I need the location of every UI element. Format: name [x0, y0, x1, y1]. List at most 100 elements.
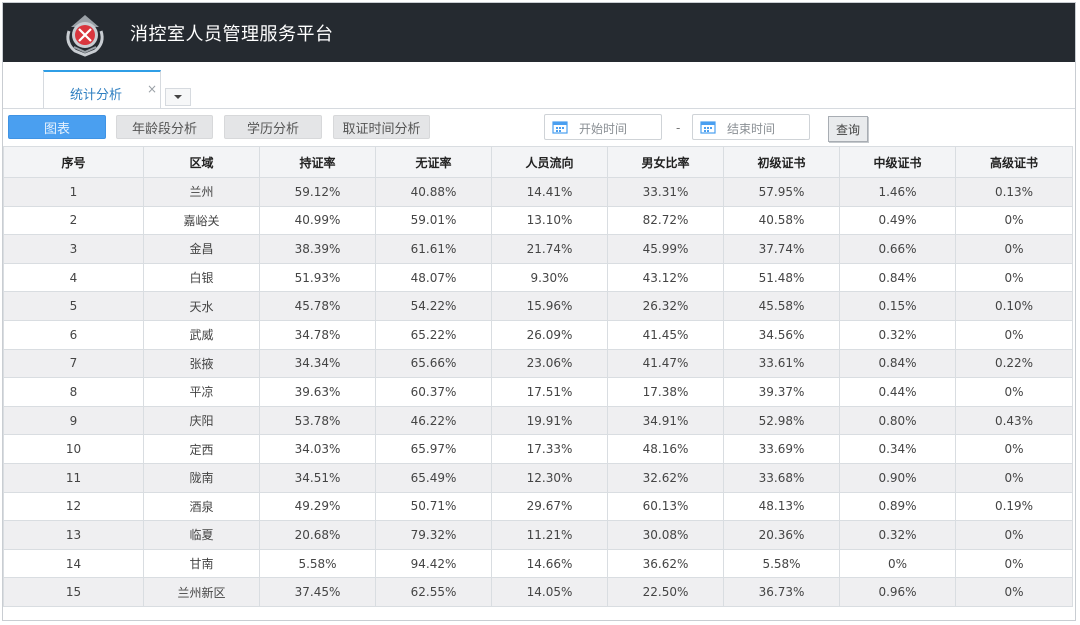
tab-statistics[interactable]: 统计分析 ×	[43, 70, 161, 108]
table-cell: 0%	[955, 434, 1073, 464]
age-analysis-button[interactable]: 年龄段分析	[116, 115, 213, 139]
column-header[interactable]: 持证率	[259, 146, 376, 178]
table-cell: 40.88%	[375, 177, 492, 207]
table-row[interactable]: 4 白银 51.93% 48.07% 9.30% 43.12% 51.48% 0.84% 0%	[3, 262, 1073, 293]
table-cell: 0.49%	[839, 205, 956, 236]
table-cell: 34.51%	[259, 462, 376, 493]
table-cell: 平凉	[143, 377, 260, 407]
table-cell: 34.03%	[259, 434, 376, 464]
tab-label: 统计分析	[70, 88, 123, 103]
table-cell: 39.63%	[259, 377, 376, 407]
column-header[interactable]: 序号	[3, 146, 144, 178]
table-row[interactable]: 13 临夏 20.68% 79.32% 11.21% 30.08% 20.36% 0.32% 0…	[3, 520, 1073, 550]
table-row[interactable]: 12 酒泉 49.29% 50.71% 29.67% 60.13% 48.13% 0.89% 0…	[3, 491, 1073, 522]
query-button[interactable]: 查询	[828, 116, 868, 142]
table-cell: 94.42%	[375, 548, 492, 579]
statistics-table-container: 序号 区域 持证率 无证率 人员流向 男女比率 初级证书 中级证书 高级证书 1…	[3, 146, 1075, 607]
table-cell: 43.12%	[607, 262, 724, 293]
table-cell: 0.22%	[955, 348, 1073, 379]
table-cell: 0%	[955, 548, 1073, 579]
table-cell: 0%	[955, 462, 1073, 493]
column-header[interactable]: 初级证书	[723, 146, 840, 178]
column-header[interactable]: 高级证书	[955, 146, 1073, 178]
table-row[interactable]: 9 庆阳 53.78% 46.22% 19.91% 34.91% 52.98% 0.80% 0.…	[3, 405, 1073, 436]
table-cell: 1.46%	[839, 177, 956, 207]
table-cell: 34.91%	[607, 405, 724, 436]
start-date-input[interactable]: 开始时间	[544, 114, 662, 140]
table-cell: 26.09%	[491, 319, 608, 350]
column-header[interactable]: 中级证书	[839, 146, 956, 178]
table-cell: 13	[3, 520, 144, 550]
table-row[interactable]: 15 兰州新区 37.45% 62.55% 14.05% 22.50% 36.73% 0.96…	[3, 577, 1073, 607]
table-cell: 0.34%	[839, 434, 956, 464]
education-analysis-button[interactable]: 学历分析	[224, 115, 322, 139]
tab-list-dropdown[interactable]	[165, 88, 191, 106]
table-row[interactable]: 14 甘南 5.58% 94.42% 14.66% 36.62% 5.58% 0% 0%	[3, 548, 1073, 579]
table-cell: 0%	[839, 548, 956, 579]
table-cell: 2	[3, 205, 144, 236]
table-cell: 32.62%	[607, 462, 724, 493]
table-cell: 0.80%	[839, 405, 956, 436]
table-cell: 14.66%	[491, 548, 608, 579]
table-cell: 0%	[955, 377, 1073, 407]
table-cell: 12	[3, 491, 144, 522]
table-cell: 33.69%	[723, 434, 840, 464]
table-cell: 65.22%	[375, 319, 492, 350]
table-cell: 39.37%	[723, 377, 840, 407]
table-row[interactable]: 3 金昌 38.39% 61.61% 21.74% 45.99% 37.74% 0.66% 0%	[3, 234, 1073, 264]
table-cell: 59.12%	[259, 177, 376, 207]
table-cell: 11.21%	[491, 520, 608, 550]
table-cell: 天水	[143, 291, 260, 321]
certification-time-analysis-button[interactable]: 取证时间分析	[333, 115, 430, 139]
table-row[interactable]: 6 武威 34.78% 65.22% 26.09% 41.45% 34.56% 0.32% 0%	[3, 319, 1073, 350]
table-cell: 46.22%	[375, 405, 492, 436]
table-cell: 82.72%	[607, 205, 724, 236]
chart-button[interactable]: 图表	[8, 115, 106, 139]
table-row[interactable]: 1 兰州 59.12% 40.88% 14.41% 33.31% 57.95% 1.46% 0.…	[3, 177, 1073, 207]
column-header[interactable]: 区域	[143, 146, 260, 178]
table-cell: 12.30%	[491, 462, 608, 493]
table-cell: 59.01%	[375, 205, 492, 236]
table-row[interactable]: 7 张掖 34.34% 65.66% 23.06% 41.47% 33.61% 0.84% 0.…	[3, 348, 1073, 379]
end-date-input[interactable]: 结束时间	[692, 114, 810, 140]
table-cell: 0.84%	[839, 262, 956, 293]
tab-close-icon[interactable]: ×	[147, 82, 157, 96]
table-body: 1 兰州 59.12% 40.88% 14.41% 33.31% 57.95% 1.46% 0.…	[3, 177, 1073, 607]
table-cell: 0.19%	[955, 491, 1073, 522]
column-header[interactable]: 人员流向	[491, 146, 608, 178]
start-date-placeholder: 开始时间	[579, 122, 628, 136]
table-cell: 60.37%	[375, 377, 492, 407]
table-header-row: 序号 区域 持证率 无证率 人员流向 男女比率 初级证书 中级证书 高级证书	[3, 146, 1073, 178]
app-title: 消控室人员管理服务平台	[130, 24, 334, 45]
table-cell: 陇南	[143, 462, 260, 493]
table-cell: 0.32%	[839, 520, 956, 550]
table-cell: 5	[3, 291, 144, 321]
table-cell: 0%	[955, 234, 1073, 264]
table-cell: 54.22%	[375, 291, 492, 321]
table-cell: 41.45%	[607, 319, 724, 350]
table-row[interactable]: 5 天水 45.78% 54.22% 15.96% 26.32% 45.58% 0.15% 0.…	[3, 291, 1073, 321]
table-cell: 8	[3, 377, 144, 407]
table-cell: 15.96%	[491, 291, 608, 321]
table-cell: 36.62%	[607, 548, 724, 579]
table-cell: 17.33%	[491, 434, 608, 464]
table-cell: 33.31%	[607, 177, 724, 207]
table-cell: 0.43%	[955, 405, 1073, 436]
table-cell: 37.74%	[723, 234, 840, 264]
column-header[interactable]: 无证率	[375, 146, 492, 178]
table-cell: 10	[3, 434, 144, 464]
table-cell: 65.97%	[375, 434, 492, 464]
table-cell: 34.56%	[723, 319, 840, 350]
table-cell: 定西	[143, 434, 260, 464]
table-cell: 30.08%	[607, 520, 724, 550]
column-header[interactable]: 男女比率	[607, 146, 724, 178]
table-row[interactable]: 8 平凉 39.63% 60.37% 17.51% 17.38% 39.37% 0.44% 0%	[3, 377, 1073, 407]
table-cell: 17.51%	[491, 377, 608, 407]
table-cell: 张掖	[143, 348, 260, 379]
caret-down-icon	[174, 95, 182, 99]
table-cell: 白银	[143, 262, 260, 293]
table-row[interactable]: 2 嘉峪关 40.99% 59.01% 13.10% 82.72% 40.58% 0.49% 0…	[3, 205, 1073, 236]
table-cell: 0%	[955, 319, 1073, 350]
table-row[interactable]: 11 陇南 34.51% 65.49% 12.30% 32.62% 33.68% 0.90% 0…	[3, 462, 1073, 493]
table-row[interactable]: 10 定西 34.03% 65.97% 17.33% 48.16% 33.69% 0.34% 0…	[3, 434, 1073, 464]
